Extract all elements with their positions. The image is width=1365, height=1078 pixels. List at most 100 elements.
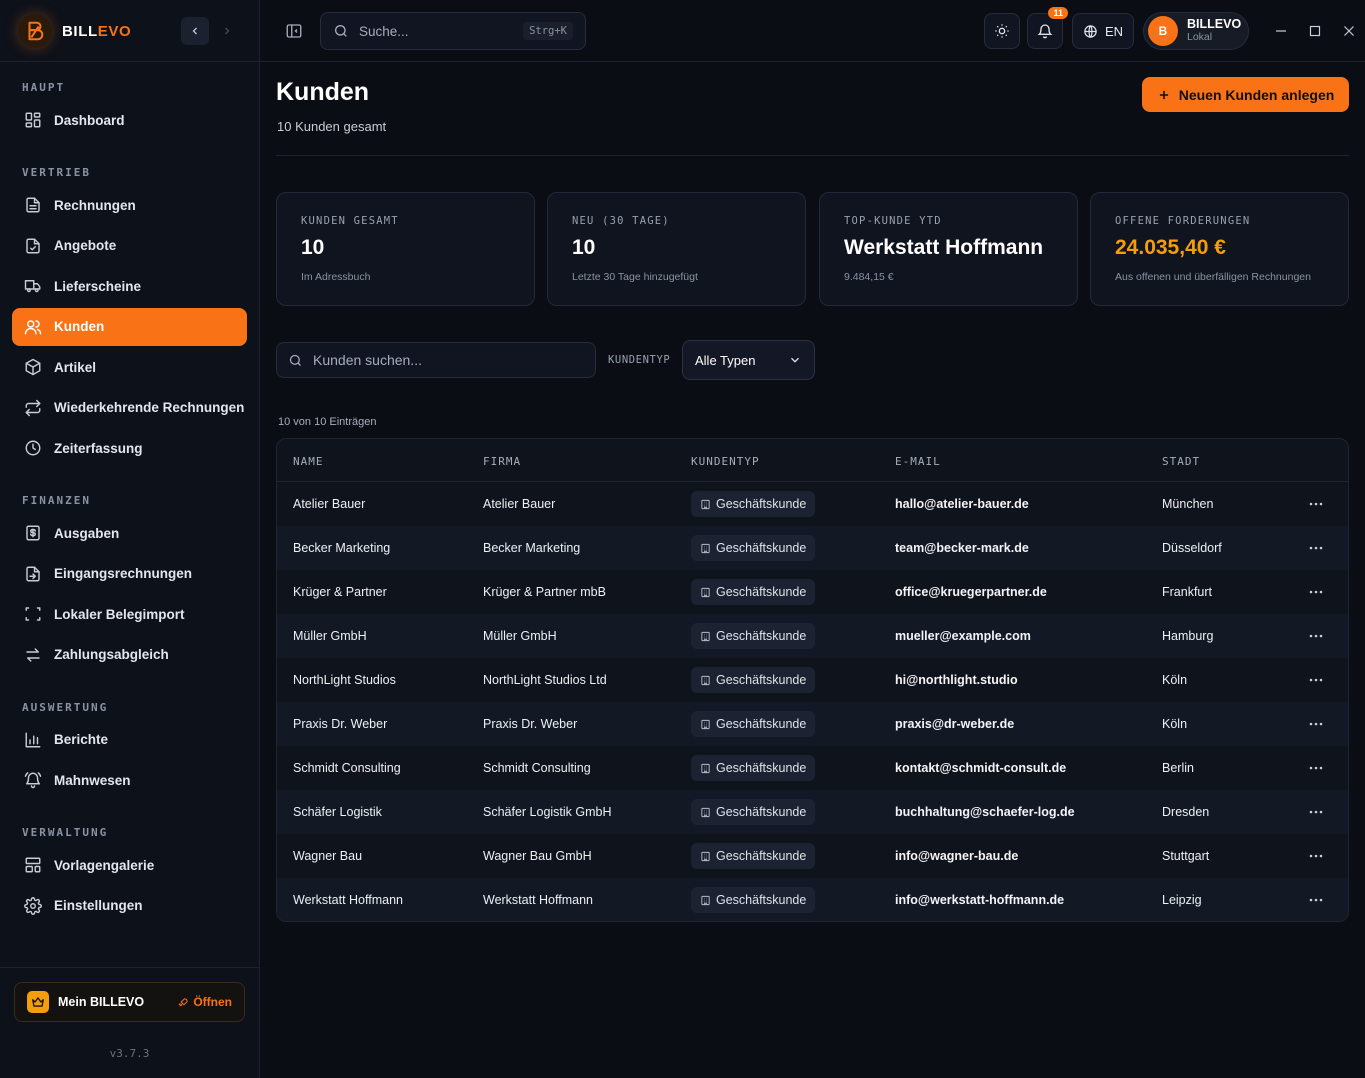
cell-name[interactable]: Praxis Dr. Weber [293,717,387,731]
sidebar-item-wiederkehrende-rechnungen[interactable]: Wiederkehrende Rechnungen [12,389,247,427]
sidebar-section-label: VERWALTUNG [22,826,109,839]
more-horizontal-icon [1309,810,1323,814]
cell-name[interactable]: Wagner Bau [293,849,362,863]
cell-email[interactable]: praxis@dr-weber.de [895,717,1014,731]
maximize-window-button[interactable] [1305,21,1325,41]
row-actions-button[interactable] [1306,802,1326,822]
row-actions-button[interactable] [1306,538,1326,558]
table-row[interactable]: Krüger & Partner Krüger & Partner mbB Ge… [277,570,1348,614]
column-header-type[interactable]: KUNDENTYP [691,455,760,468]
sidebar-item-zeiterfassung[interactable]: Zeiterfassung [12,429,247,467]
sidebar-item-kunden[interactable]: Kunden [12,307,247,346]
sidebar-item-lokaler-belegimport[interactable]: Lokaler Belegimport [12,595,247,633]
table-row[interactable]: Werkstatt Hoffmann Werkstatt Hoffmann Ge… [277,878,1348,921]
sidebar-item-angebote[interactable]: Angebote [12,227,247,265]
table-row[interactable]: Atelier Bauer Atelier Bauer Geschäftskun… [277,482,1348,526]
table-row[interactable]: Schmidt Consulting Schmidt Consulting Ge… [277,746,1348,790]
maximize-icon [1309,25,1321,37]
row-actions-button[interactable] [1306,670,1326,690]
billevo-logo-icon [18,14,52,48]
brand[interactable]: BILLEVO [18,14,131,48]
cell-email[interactable]: info@wagner-bau.de [895,849,1018,863]
cell-name[interactable]: Becker Marketing [293,541,390,555]
promo-label: Mein BILLEVO [58,995,145,1009]
minimize-icon [1275,25,1287,37]
row-actions-button[interactable] [1306,582,1326,602]
sidebar-section-label: FINANZEN [22,494,91,507]
building-icon [700,631,716,642]
row-actions-button[interactable] [1306,494,1326,514]
sidebar-item-zahlungsabgleich[interactable]: Zahlungsabgleich [12,636,247,674]
row-actions-button[interactable] [1306,626,1326,646]
close-window-button[interactable] [1339,21,1359,41]
cell-name[interactable]: Schmidt Consulting [293,761,401,775]
back-button[interactable] [181,17,209,45]
users-icon [24,318,42,336]
table-row[interactable]: Wagner Bau Wagner Bau GmbH Geschäftskund… [277,834,1348,878]
column-header-email[interactable]: E-MAIL [895,455,941,468]
sidebar-item-mahnwesen[interactable]: Mahnwesen [12,761,247,799]
sidebar-item-vorlagengalerie[interactable]: Vorlagengalerie [12,846,247,884]
cell-name[interactable]: Schäfer Logistik [293,805,382,819]
mein-billevo-card[interactable]: Mein BILLEVO Öffnen [14,982,245,1022]
table-row[interactable]: Müller GmbH Müller GmbH Geschäftskunde m… [277,614,1348,658]
more-horizontal-icon [1309,766,1323,770]
sidebar-item-dashboard[interactable]: Dashboard [12,101,247,139]
cell-email[interactable]: hi@northlight.studio [895,673,1018,687]
cell-email[interactable]: office@kruegerpartner.de [895,585,1047,599]
cell-email[interactable]: info@werkstatt-hoffmann.de [895,893,1064,907]
sidebar-item-rechnungen[interactable]: Rechnungen [12,186,247,224]
table-row[interactable]: Schäfer Logistik Schäfer Logistik GmbH G… [277,790,1348,834]
page-subtitle: 10 Kunden gesamt [277,119,387,134]
column-header-company[interactable]: FIRMA [483,455,521,468]
table-row[interactable]: Praxis Dr. Weber Praxis Dr. Weber Geschä… [277,702,1348,746]
notifications-button[interactable]: 11 [1027,7,1068,49]
sidebar-item-label: Kunden [54,319,105,334]
row-actions-button[interactable] [1306,846,1326,866]
column-header-city[interactable]: STADT [1162,455,1200,468]
row-actions-button[interactable] [1306,890,1326,910]
column-header-name[interactable]: NAME [293,455,324,468]
table-row[interactable]: NorthLight Studios NorthLight Studios Lt… [277,658,1348,702]
row-actions-button[interactable] [1306,714,1326,734]
customer-type-badge: Geschäftskunde [691,667,816,693]
language-button[interactable]: EN [1072,13,1134,49]
cell-name[interactable]: Krüger & Partner [293,585,387,599]
user-menu-button[interactable]: B BILLEVO Lokal [1143,12,1249,50]
stat-label: TOP-KUNDE YTD [844,215,942,227]
forward-button[interactable] [213,17,241,45]
cell-name[interactable]: Müller GmbH [293,629,367,643]
minimize-window-button[interactable] [1271,21,1291,41]
sidebar-item-label: Berichte [54,732,109,747]
customer-type-badge: Geschäftskunde [691,491,816,517]
sidebar-item-eingangsrechnungen[interactable]: Eingangsrechnungen [12,555,247,593]
cell-email[interactable]: hallo@atelier-bauer.de [895,497,1029,511]
building-icon [700,543,716,554]
sidebar-nav: HAUPT Dashboard VERTRIEB Rechnungen Angebote… [12,62,247,925]
cell-email[interactable]: team@becker-mark.de [895,541,1029,555]
table-row[interactable]: Becker Marketing Becker Marketing Geschä… [277,526,1348,570]
sidebar-item-artikel[interactable]: Artikel [12,348,247,386]
new-customer-button[interactable]: Neuen Kunden anlegen [1142,77,1349,112]
stat-label: KUNDEN GESAMT [301,215,399,227]
theme-toggle-button[interactable] [984,13,1020,49]
cell-company: Praxis Dr. Weber [483,717,578,731]
sidebar-toggle-button[interactable] [282,19,306,43]
cell-email[interactable]: kontakt@schmidt-consult.de [895,761,1066,775]
cell-email[interactable]: buchhaltung@schaefer-log.de [895,805,1075,819]
sidebar-item-berichte[interactable]: Berichte [12,721,247,759]
cell-name[interactable]: Werkstatt Hoffmann [293,893,403,907]
notification-count-badge: 11 [1048,7,1068,19]
open-button[interactable]: Öffnen [178,995,232,1009]
sidebar-item-label: Angebote [54,238,117,253]
cell-name[interactable]: Atelier Bauer [293,497,365,511]
cell-email[interactable]: mueller@example.com [895,629,1031,643]
cell-name[interactable]: NorthLight Studios [293,673,396,687]
customer-type-select[interactable]: Alle Typen [682,340,815,380]
sidebar-item-ausgaben[interactable]: Ausgaben [12,514,247,552]
customer-search-input[interactable]: Kunden suchen... [276,342,596,378]
row-actions-button[interactable] [1306,758,1326,778]
sidebar-item-einstellungen[interactable]: Einstellungen [12,887,247,925]
global-search-input[interactable]: Suche... Strg+K [320,12,586,50]
sidebar-item-lieferscheine[interactable]: Lieferscheine [12,267,247,305]
